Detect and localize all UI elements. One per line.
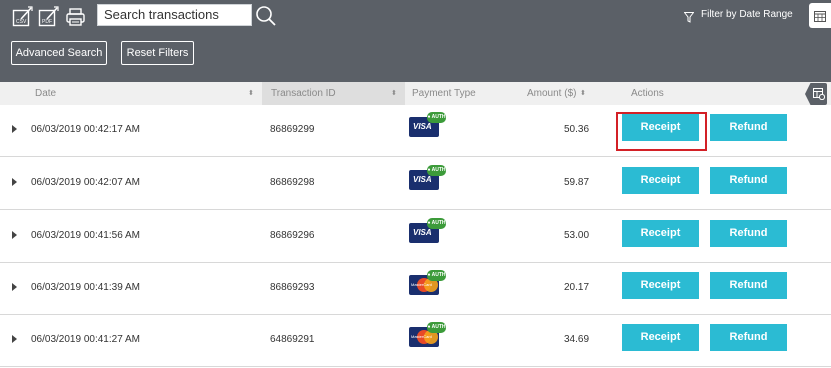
auth-badge: ● AUTH [427,270,446,281]
column-settings-icon [813,88,825,100]
auth-badge: ● AUTH [427,112,446,123]
date-sort-icon[interactable]: ⬍ [248,82,254,105]
auth-badge: ● AUTH [427,165,446,176]
auth-badge: ● AUTH [427,218,446,229]
amount-sort-icon[interactable]: ⬍ [580,82,586,105]
expand-row-icon[interactable] [12,178,17,186]
search-input[interactable]: Search transactions [97,4,252,26]
row-transaction-id: 86869298 [270,177,315,188]
date-header[interactable]: Date [35,82,56,105]
calendar-icon [814,11,826,22]
print-icon[interactable] [65,5,87,29]
toolbar: CSV PDF Search transactions Filter by Da… [0,0,831,82]
receipt-button[interactable]: Receipt [622,272,699,299]
row-transaction-id: 64869291 [270,334,315,345]
table-header: Date ⬍ Transaction ID ⬍ Payment Type Amo… [0,82,831,105]
refund-button[interactable]: Refund [710,114,787,141]
refund-button[interactable]: Refund [710,324,787,351]
row-amount: 50.36 [564,124,590,135]
row-amount: 34.69 [564,334,590,345]
expand-row-icon[interactable] [12,231,17,239]
filter-icon[interactable] [683,10,695,23]
amount-header[interactable]: Amount ($) [527,82,576,105]
csv-export-icon[interactable]: CSV [12,5,34,29]
svg-text:CSV: CSV [16,19,27,25]
reset-filters-button[interactable]: Reset Filters [121,41,194,65]
filter-by-date-range-label[interactable]: Filter by Date Range [701,9,793,20]
pdf-export-icon[interactable]: PDF [38,5,60,29]
row-transaction-id: 86869296 [270,230,315,241]
receipt-button[interactable]: Receipt [622,324,699,351]
row-date: 06/03/2019 00:41:39 AM [31,282,140,293]
receipt-button-highlight [616,112,707,151]
receipt-button[interactable]: Receipt [622,167,699,194]
row-date: 06/03/2019 00:42:17 AM [31,124,140,135]
table-row[interactable]: 06/03/2019 00:42:07 AM 86869298 VISA ● A… [0,158,831,210]
svg-text:PDF: PDF [42,19,52,25]
row-date: 06/03/2019 00:41:27 AM [31,334,140,345]
expand-row-icon[interactable] [12,335,17,343]
row-transaction-id: 86869299 [270,124,315,135]
row-date: 06/03/2019 00:41:56 AM [31,230,140,241]
table-row[interactable]: 06/03/2019 00:41:27 AM 64869291 MasterCa… [0,315,831,367]
refund-button[interactable]: Refund [710,220,787,247]
row-transaction-id: 86869293 [270,282,315,293]
actions-header: Actions [631,88,664,99]
calendar-button[interactable] [809,3,831,28]
transaction-id-sort-icon[interactable]: ⬍ [391,82,397,105]
row-amount: 53.00 [564,230,590,241]
advanced-search-button[interactable]: Advanced Search [11,41,107,65]
transaction-id-header[interactable]: Transaction ID [271,82,336,105]
payment-type-header[interactable]: Payment Type [412,82,476,105]
table-row[interactable]: 06/03/2019 00:41:39 AM 86869293 MasterCa… [0,263,831,315]
receipt-button[interactable]: Receipt [622,220,699,247]
expand-row-icon[interactable] [12,125,17,133]
expand-row-icon[interactable] [12,283,17,291]
row-amount: 59.87 [564,177,590,188]
row-amount: 20.17 [564,282,590,293]
auth-badge: ● AUTH [427,322,446,333]
row-date: 06/03/2019 00:42:07 AM [31,177,140,188]
refund-button[interactable]: Refund [710,167,787,194]
search-icon[interactable] [254,4,276,28]
refund-button[interactable]: Refund [710,272,787,299]
table-row[interactable]: 06/03/2019 00:41:56 AM 86869296 VISA ● A… [0,211,831,263]
